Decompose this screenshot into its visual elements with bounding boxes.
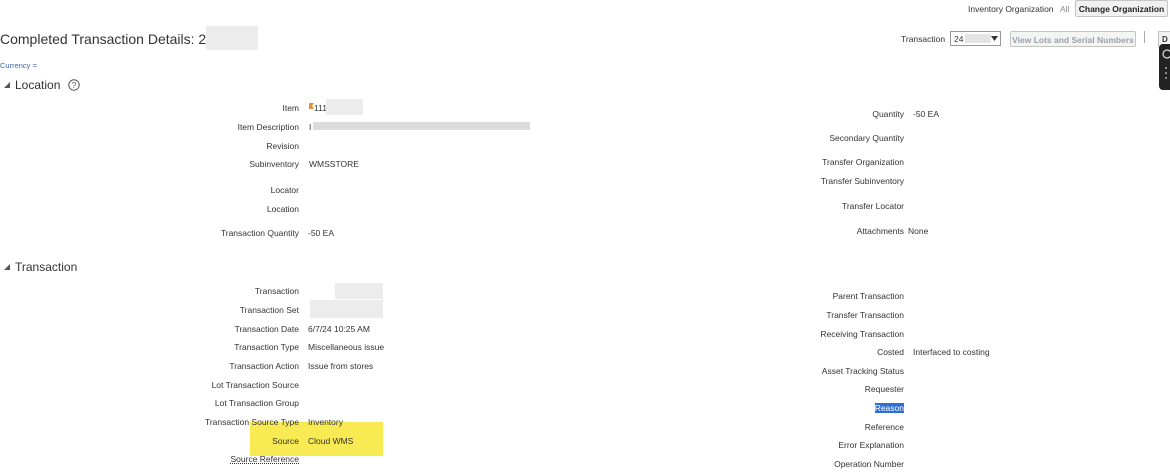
chevron-down-icon [991, 36, 998, 41]
currency-label: Currency = [0, 61, 37, 70]
transaction-type-label: Transaction Type [234, 342, 299, 352]
transfer-transaction-label: Transfer Transaction [826, 310, 904, 320]
collapse-triangle-icon [4, 264, 10, 270]
item-label: Item [282, 103, 299, 113]
costed-label: Costed [877, 347, 904, 357]
toolbar-divider [1144, 31, 1145, 43]
redacted-title-id [206, 26, 258, 50]
redacted-item [326, 99, 363, 115]
panel-icons [1162, 49, 1170, 79]
transaction-quantity-label: Transaction Quantity [220, 228, 299, 238]
asset-tracking-status-label: Asset Tracking Status [821, 366, 904, 376]
locator-label: Locator [270, 185, 299, 195]
transaction-date-label: Transaction Date [234, 324, 299, 334]
transfer-organization-label: Transfer Organization [822, 157, 904, 167]
redacted-select-value [965, 34, 991, 43]
inventory-org-value: All [1060, 4, 1070, 14]
source-value: Cloud WMS [308, 436, 354, 446]
redacted-transaction-set [310, 300, 383, 318]
view-lots-serials-button[interactable]: View Lots and Serial Numbers [1010, 31, 1136, 47]
reference-label: Reference [864, 422, 904, 432]
transaction-action-value: Issue from stores [308, 361, 374, 371]
subinventory-value: WMSSTORE [309, 159, 359, 169]
quantity-label: Quantity [872, 109, 904, 119]
item-description-value: I [309, 122, 312, 132]
redacted-item-description [313, 122, 530, 130]
parent-transaction-label: Parent Transaction [832, 291, 904, 301]
subinventory-label: Subinventory [249, 159, 299, 169]
item-value[interactable]: 111 [314, 103, 327, 113]
transaction-select[interactable]: 24 [950, 31, 1001, 46]
transaction-section-title: Transaction [15, 260, 78, 274]
transaction-source-type-label: Transaction Source Type [204, 417, 299, 427]
transaction-select-label: Transaction [901, 34, 946, 44]
transaction-section-header[interactable]: Transaction [4, 260, 77, 274]
change-organization-button[interactable]: Change Organization [1075, 0, 1168, 17]
transaction-select-value: 24 [954, 34, 964, 44]
revision-label: Revision [266, 141, 299, 151]
page-title: Completed Transaction Details: 240 [0, 31, 222, 47]
transaction-type-value: Miscellaneous issue [308, 342, 385, 352]
reason-label: Reason [874, 403, 904, 413]
secondary-quantity-label: Secondary Quantity [829, 133, 904, 143]
svg-text:?: ? [71, 81, 76, 90]
receiving-transaction-label: Receiving Transaction [820, 329, 904, 339]
quantity-value: -50 EA [913, 109, 939, 119]
help-icon[interactable]: ? [68, 79, 80, 91]
location-section-title: Location [15, 78, 61, 92]
location-section-header[interactable]: Location ? [4, 78, 80, 92]
inventory-org-label: Inventory Organization [968, 4, 1054, 14]
redacted-transaction [335, 283, 383, 299]
lot-transaction-group-label: Lot Transaction Group [214, 398, 299, 408]
operation-number-label: Operation Number [834, 459, 904, 469]
costed-value: Interfaced to costing [913, 347, 990, 357]
transaction-date-value: 6/7/24 10:25 AM [308, 324, 370, 334]
transaction-source-type-value: Inventory [308, 417, 343, 427]
collapse-triangle-icon [4, 82, 10, 88]
requester-label: Requester [864, 384, 904, 394]
lot-transaction-source-label: Lot Transaction Source [211, 380, 299, 390]
item-description-label: Item Description [237, 122, 299, 132]
location-label: Location [266, 204, 299, 214]
source-label: Source [272, 436, 299, 446]
transfer-subinventory-label: Transfer Subinventory [820, 176, 904, 186]
transaction-label: Transaction [254, 286, 299, 296]
error-explanation-label: Error Explanation [838, 440, 904, 450]
transaction-quantity-value: -50 EA [308, 228, 334, 238]
floating-tools-panel[interactable] [1159, 44, 1170, 90]
transaction-set-label: Transaction Set [239, 305, 299, 315]
attachments-label: Attachments [856, 226, 904, 236]
source-reference-label[interactable]: Source Reference [230, 454, 299, 464]
attachments-value[interactable]: None [908, 226, 928, 236]
transaction-action-label: Transaction Action [229, 361, 299, 371]
transfer-locator-label: Transfer Locator [841, 201, 904, 211]
